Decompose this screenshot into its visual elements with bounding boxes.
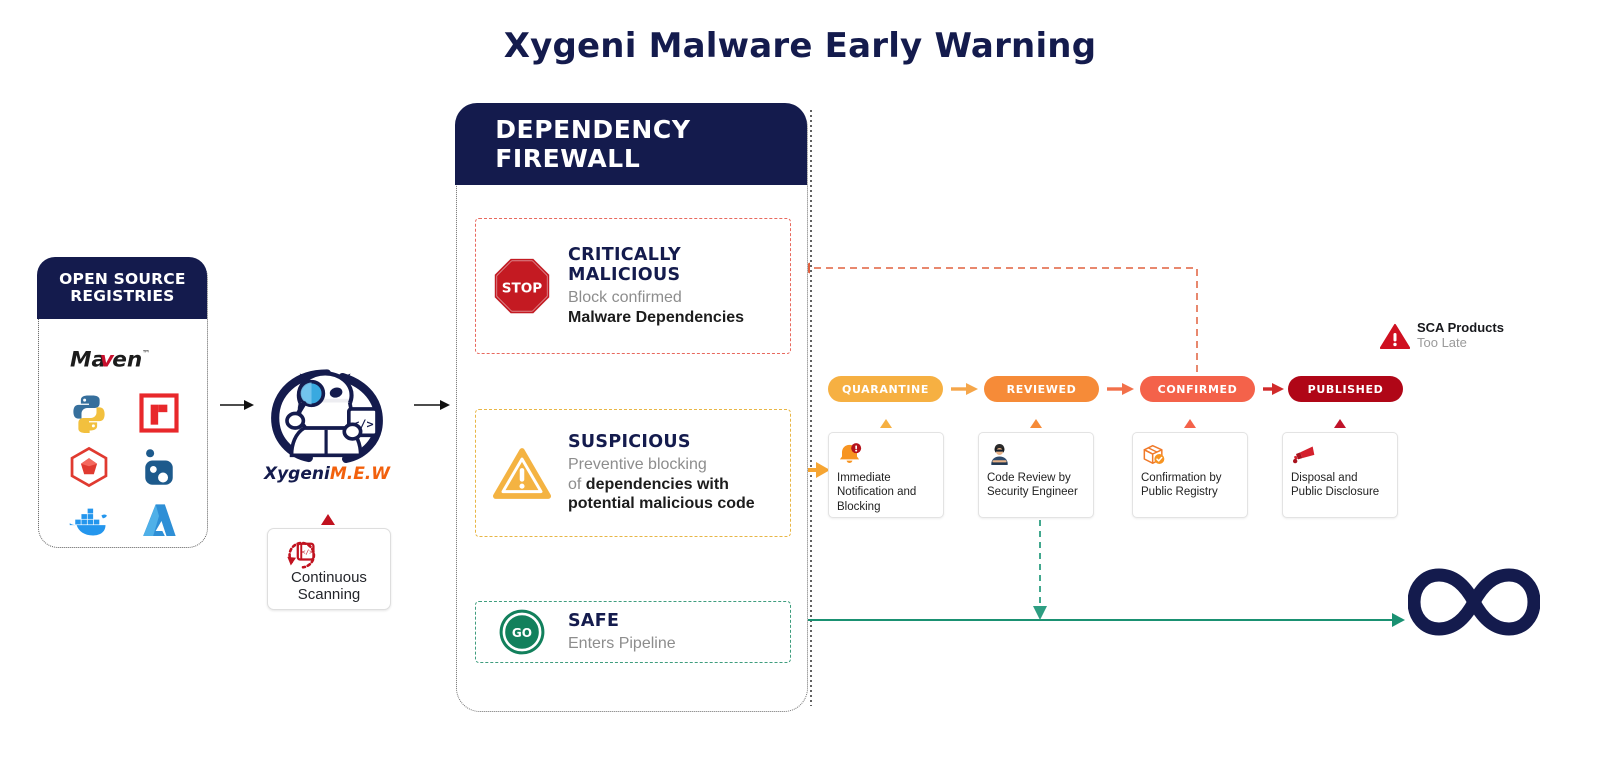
critically-malicious-subtitle: Block confirmed Malware Dependencies <box>568 288 784 327</box>
pill-arrow-3 <box>1263 383 1284 395</box>
registry-logo-grid: Ma v en ™ <box>39 323 209 543</box>
xygeni-mew-mascot: </> XygeniM.E.W <box>252 368 402 503</box>
stop-sign-icon: STOP <box>476 257 568 315</box>
security-engineer-icon <box>987 441 1085 467</box>
step-caret-4 <box>1334 419 1346 428</box>
maven-logo: Ma v en ™ <box>69 337 179 381</box>
cs-line-2: Scanning <box>297 586 361 604</box>
critical-sub-plain: Block confirmed <box>568 288 682 306</box>
step-caret-3 <box>1184 419 1196 428</box>
pill-arrow-1 <box>951 383 978 395</box>
critically-malicious-text: CRITICALLY MALICIOUS Block confirmed Mal… <box>568 245 790 327</box>
python-logo <box>67 391 111 435</box>
step-caret-1 <box>880 419 892 428</box>
safe-subtitle: Enters Pipeline <box>568 634 676 652</box>
step-1-label: Immediate Notification and Blocking <box>837 472 917 513</box>
critically-malicious-title: CRITICALLY MALICIOUS <box>568 244 681 285</box>
cs-line-1: Continuous <box>291 569 367 586</box>
pill-published[interactable]: PUBLISHED <box>1288 376 1403 402</box>
card-critically-malicious: STOP CRITICALLY MALICIOUS Block confirme… <box>475 218 791 354</box>
step-2-label: Code Review by Security Engineer <box>987 472 1078 499</box>
dependency-firewall-panel: DEPENDENCY FIREWALL STOP CRITICALLY MALI… <box>455 103 808 712</box>
mascot-name-mew: M.E.W <box>329 464 391 484</box>
step-3-label: Confirmation by Public Registry <box>1141 472 1222 499</box>
safe-text: SAFE Enters Pipeline <box>568 611 790 654</box>
infinity-loop-icon <box>1407 563 1541 641</box>
warning-triangle-icon <box>476 447 568 500</box>
pill-confirmed[interactable]: CONFIRMED <box>1140 376 1255 402</box>
registries-header: OPEN SOURCE REGISTRIES <box>37 257 208 320</box>
diagram-canvas: Xygeni Malware Early Warning OPEN SOURCE… <box>0 0 1600 757</box>
step-caret-2 <box>1030 419 1042 428</box>
go-badge-text: GO <box>512 626 532 640</box>
continuous-scanning-card: </> Continuous Scanning <box>267 528 391 610</box>
step-disposal-disclosure: Disposal and Public Disclosure <box>1282 432 1398 518</box>
rubygems-logo <box>67 445 111 489</box>
sca-subtitle: Too Late <box>1417 335 1467 350</box>
critical-sub-bold: Malware Dependencies <box>568 308 745 326</box>
mascot-name-xygeni: Xygeni <box>263 464 330 484</box>
megaphone-icon <box>1291 441 1389 467</box>
go-badge-icon: GO <box>476 607 568 657</box>
npm-logo <box>137 391 181 435</box>
continuous-scanning-label: Continuous Scanning <box>268 569 390 604</box>
dependency-firewall-header: DEPENDENCY FIREWALL <box>455 103 808 186</box>
confirmed-to-critical-connector <box>798 262 1198 372</box>
open-source-registries-panel: OPEN SOURCE REGISTRIES Ma v en ™ <box>37 257 209 548</box>
mascot-wordmark: XygeniM.E.W <box>252 464 402 484</box>
suspicious-title: SUSPICIOUS <box>568 432 691 453</box>
package-check-icon <box>1141 441 1239 467</box>
sca-title: SCA Products <box>1417 320 1504 336</box>
stop-sign-text: STOP <box>502 280 543 296</box>
card-safe: GO SAFE Enters Pipeline <box>475 601 791 663</box>
review-to-safe-connector <box>1033 520 1047 620</box>
azure-logo <box>137 499 181 543</box>
arrow-mascot-to-firewall <box>414 400 450 410</box>
mascot-illustration: </> <box>271 369 383 463</box>
svg-text:en: en <box>112 347 142 372</box>
suspicious-text: SUSPICIOUS Preventive blocking of depend… <box>568 432 790 514</box>
sca-text: SCA Products Too Late <box>1417 320 1504 351</box>
pill-reviewed[interactable]: REVIEWED <box>984 376 1099 402</box>
safe-title: SAFE <box>568 610 620 631</box>
step-4-label: Disposal and Public Disclosure <box>1291 472 1380 499</box>
safe-to-infinity-arrow <box>790 613 1405 627</box>
pill-quarantine[interactable]: QUARANTINE <box>828 376 943 402</box>
suspicious-subtitle: Preventive blocking of dependencies with… <box>568 455 784 514</box>
red-warning-triangle-icon <box>1380 323 1410 349</box>
svg-text:™: ™ <box>142 347 150 357</box>
bell-alert-icon <box>837 441 935 467</box>
refresh-scan-icon: </> <box>287 541 316 569</box>
docker-logo <box>67 499 111 543</box>
sca-products-block: SCA Products Too Late <box>1380 318 1560 354</box>
pill-arrow-2 <box>1107 383 1134 395</box>
suspicious-sub-plain: Preventive blocking <box>568 456 707 474</box>
suspicious-sub-plain2: of <box>568 475 586 493</box>
continuous-scanning-arrow-icon <box>321 514 335 525</box>
arrow-registries-to-mascot <box>220 400 254 410</box>
card-suspicious: SUSPICIOUS Preventive blocking of depend… <box>475 409 791 537</box>
step-code-review: Code Review by Security Engineer <box>978 432 1094 518</box>
nuget-logo <box>137 445 181 489</box>
step-immediate-notification: Immediate Notification and Blocking <box>828 432 944 518</box>
suspicious-sub-bold: dependencies with potential malicious co… <box>568 475 755 513</box>
svg-text:</>: </> <box>301 548 313 556</box>
step-confirmation-registry: Confirmation by Public Registry <box>1132 432 1248 518</box>
